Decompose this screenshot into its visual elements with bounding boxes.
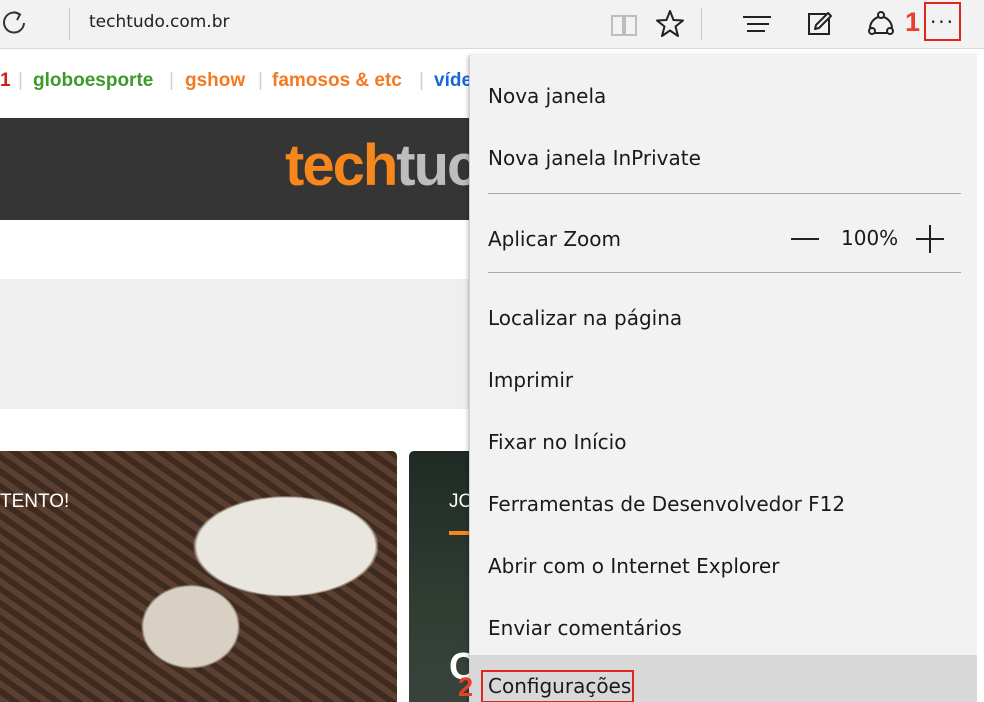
page-scroll-edge (977, 55, 984, 702)
nav-separator: | (419, 70, 424, 91)
news-card-title: TENTO! (0, 491, 70, 512)
annotation-number-2: 2 (458, 672, 474, 702)
menu-item-zoom: Aplicar Zoom 100% (470, 204, 979, 266)
reading-view-icon[interactable] (608, 8, 640, 40)
toolbar-divider (69, 8, 70, 40)
menu-item-label: Imprimir (488, 368, 574, 392)
web-note-icon[interactable] (804, 8, 836, 40)
logo-text-tudo: tuc (396, 133, 479, 198)
menu-item-label: Ferramentas de Desenvolvedor F12 (488, 492, 846, 516)
menu-item-settings[interactable]: Configurações (470, 655, 979, 702)
nav-link-famosos[interactable]: famosos & etc (272, 70, 402, 92)
menu-item-label: Fixar no Início (488, 430, 627, 454)
menu-divider (488, 193, 961, 194)
browser-toolbar: techtudo.com.br 1 ··· (0, 0, 984, 49)
menu-item-label: Nova janela (488, 84, 607, 108)
zoom-in-button[interactable] (913, 222, 947, 256)
nav-separator: | (18, 70, 23, 91)
menu-divider (488, 272, 961, 273)
menu-item-label: Configurações (488, 674, 632, 698)
annotation-number-1: 1 (905, 7, 921, 37)
nav-link[interactable]: 1 (0, 70, 11, 92)
nav-link-gshow[interactable]: gshow (185, 70, 245, 92)
menu-item-print[interactable]: Imprimir (470, 345, 979, 407)
menu-item-label: Nova janela InPrivate (488, 146, 701, 170)
nav-separator: | (169, 70, 174, 91)
more-actions-menu: Nova janela Nova janela InPrivate Aplica… (469, 55, 979, 702)
logo-text-tech: tech (285, 133, 398, 198)
nav-link-videos[interactable]: víde (434, 70, 472, 92)
share-icon[interactable] (865, 8, 897, 40)
favorite-star-icon[interactable] (654, 8, 686, 40)
hub-icon[interactable] (741, 8, 773, 40)
more-dots-icon: ··· (929, 10, 956, 34)
zoom-level: 100% (841, 226, 899, 250)
menu-item-new-inprivate-window[interactable]: Nova janela InPrivate (470, 123, 979, 185)
menu-item-label: Localizar na página (488, 306, 683, 330)
menu-item-pin-to-start[interactable]: Fixar no Início (470, 407, 979, 469)
news-card-image[interactable]: TENTO! (0, 451, 397, 702)
menu-item-label: Abrir com o Internet Explorer (488, 554, 780, 578)
menu-item-label: Aplicar Zoom (488, 227, 621, 251)
refresh-icon[interactable] (0, 9, 30, 37)
menu-item-label: Enviar comentários (488, 616, 682, 640)
nav-link-globoesporte[interactable]: globoesporte (33, 70, 153, 92)
ad-placeholder (0, 279, 470, 409)
menu-item-find-on-page[interactable]: Localizar na página (470, 283, 979, 345)
menu-item-open-with-ie[interactable]: Abrir com o Internet Explorer (470, 531, 979, 593)
menu-item-developer-tools[interactable]: Ferramentas de Desenvolvedor F12 (470, 469, 979, 531)
toolbar-divider (701, 8, 702, 40)
techtudo-logo[interactable]: techtuc (285, 132, 479, 199)
address-bar[interactable]: techtudo.com.br (89, 12, 229, 32)
more-actions-button[interactable]: ··· (924, 2, 961, 41)
menu-item-new-window[interactable]: Nova janela (470, 61, 979, 123)
menu-item-send-feedback[interactable]: Enviar comentários (470, 593, 979, 655)
nav-separator: | (258, 70, 263, 91)
zoom-out-button[interactable] (788, 222, 822, 256)
